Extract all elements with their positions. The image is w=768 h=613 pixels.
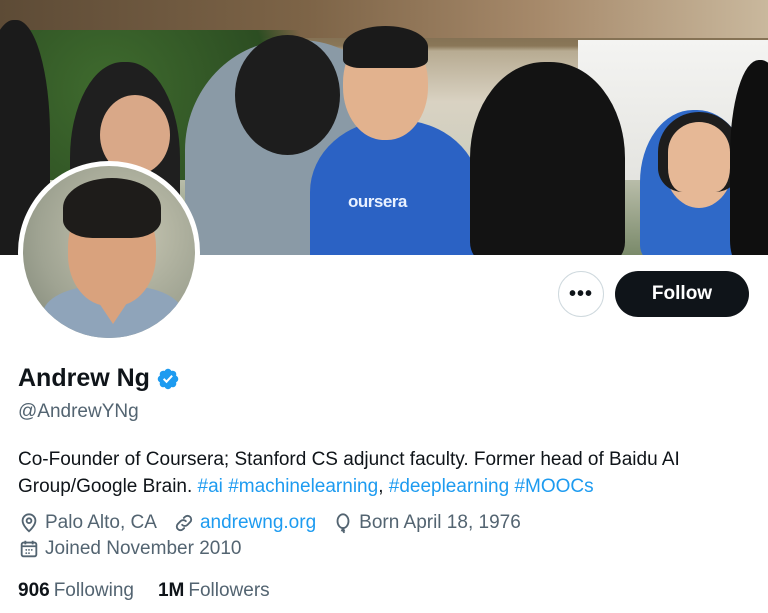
following-count: 906: [18, 580, 50, 601]
verified-badge-icon[interactable]: [156, 367, 180, 391]
more-icon: •••: [568, 282, 593, 305]
banner-person-hair: [658, 112, 740, 192]
hashtag-link[interactable]: #deeplearning: [389, 476, 509, 497]
followers-stat[interactable]: 1M Followers: [158, 580, 270, 602]
avatar-hair: [63, 178, 161, 238]
website-link[interactable]: andrewng.org: [200, 512, 316, 534]
avatar-photo: [23, 166, 195, 338]
profile-meta: Palo Alto, CA andrewng.org Born April 18…: [18, 512, 537, 534]
calendar-icon: [20, 540, 38, 558]
banner-person-main: [310, 120, 480, 255]
hashtag-link[interactable]: #ai: [198, 476, 223, 497]
link-icon: [175, 514, 193, 532]
more-options-button[interactable]: •••: [558, 271, 604, 317]
location-text: Palo Alto, CA: [45, 512, 157, 533]
profile-handle: @AndrewYNg: [18, 401, 139, 422]
followers-label: Followers: [188, 580, 270, 601]
following-label: Following: [53, 580, 134, 601]
joined-item: Joined November 2010: [18, 538, 241, 560]
joined-text: Joined November 2010: [45, 538, 242, 559]
birthday-item: Born April 18, 1976: [332, 512, 521, 534]
birthday-text: Born April 18, 1976: [359, 512, 521, 533]
avatar[interactable]: [18, 161, 200, 343]
banner-shirt-logo: oursera: [348, 192, 407, 211]
follow-stats: 906 Following 1M Followers: [18, 580, 294, 602]
banner-person-head: [235, 35, 340, 155]
profile-meta-joined: Joined November 2010: [18, 538, 257, 560]
follow-button[interactable]: Follow: [615, 271, 749, 317]
followers-count: 1M: [157, 580, 185, 601]
location-pin-icon: [21, 513, 37, 533]
hashtag-link[interactable]: #machinelearning: [228, 476, 378, 497]
banner-person-hair: [343, 26, 428, 68]
profile-bio: Co-Founder of Coursera; Stanford CS adju…: [18, 449, 680, 497]
name-row: Andrew Ng: [18, 364, 180, 393]
location-item: Palo Alto, CA: [18, 512, 157, 534]
banner-person: [470, 62, 625, 255]
balloon-icon: [336, 513, 350, 534]
following-stat[interactable]: 906 Following: [18, 580, 134, 602]
website-item: andrewng.org: [173, 512, 316, 534]
profile-name: Andrew Ng: [18, 364, 150, 392]
hashtag-link[interactable]: #MOOCs: [514, 476, 593, 497]
